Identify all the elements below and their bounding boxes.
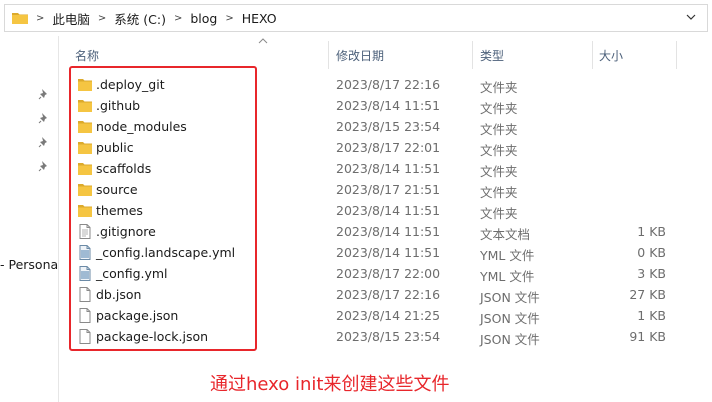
file-date: 2023/8/14 11:51: [336, 245, 441, 260]
breadcrumb-this-pc[interactable]: 此电脑: [52, 9, 90, 28]
pin-icon[interactable]: [38, 136, 50, 148]
file-size: 91 KB: [629, 329, 666, 344]
file-type: YML 文件: [480, 269, 535, 284]
file-date: 2023/8/14 11:51: [336, 98, 441, 113]
file-type: 文件夹: [480, 143, 518, 158]
pane-divider[interactable]: [58, 36, 59, 402]
file-size: 27 KB: [629, 287, 666, 302]
file-type: 文件夹: [480, 185, 518, 200]
breadcrumb-blog[interactable]: blog: [190, 11, 217, 26]
file-type: 文本文档: [480, 227, 531, 242]
column-date[interactable]: 修改日期: [336, 47, 384, 64]
pin-icon[interactable]: [38, 112, 50, 124]
column-type[interactable]: 类型: [480, 47, 504, 64]
column-header: 名称 修改日期 类型 大小: [66, 36, 712, 70]
file-date: 2023/8/14 21:25: [336, 308, 441, 323]
breadcrumb-hexo[interactable]: HEXO: [242, 11, 277, 26]
sort-ascending-icon: [258, 38, 268, 44]
column-divider[interactable]: [472, 41, 473, 69]
file-type: 文件夹: [480, 164, 518, 179]
file-date: 2023/8/17 22:16: [336, 287, 441, 302]
file-size: 1 KB: [637, 308, 666, 323]
address-bar[interactable]: > 此电脑 > 系统 (C:) > blog > HEXO: [4, 4, 708, 32]
breadcrumb-drive-c[interactable]: 系统 (C:): [114, 9, 166, 28]
file-size: 3 KB: [637, 266, 666, 281]
file-date: 2023/8/14 11:51: [336, 203, 441, 218]
annotation-caption: 通过hexo init来创建这些文件: [210, 374, 450, 395]
column-divider[interactable]: [676, 41, 677, 69]
file-type: 文件夹: [480, 206, 518, 221]
file-type: JSON 文件: [480, 332, 540, 347]
file-size: 1 KB: [637, 224, 666, 239]
chevron-down-icon[interactable]: [685, 11, 697, 23]
chevron-right-icon[interactable]: >: [98, 13, 106, 24]
file-type: 文件夹: [480, 122, 518, 137]
navigation-pane: - Persona: [0, 36, 58, 402]
file-date: 2023/8/14 11:51: [336, 161, 441, 176]
file-type: JSON 文件: [480, 290, 540, 305]
chevron-right-icon[interactable]: >: [225, 13, 233, 24]
folder-icon: [12, 13, 28, 24]
file-type: 文件夹: [480, 101, 518, 116]
file-date: 2023/8/15 23:54: [336, 329, 441, 344]
file-date: 2023/8/17 21:51: [336, 182, 441, 197]
nav-item-personal[interactable]: - Persona: [0, 257, 58, 272]
file-date: 2023/8/15 23:54: [336, 119, 441, 134]
highlight-box: [69, 66, 257, 351]
chevron-right-icon[interactable]: >: [36, 13, 44, 24]
chevron-right-icon[interactable]: >: [174, 13, 182, 24]
file-date: 2023/8/14 11:51: [336, 224, 441, 239]
file-date: 2023/8/17 22:16: [336, 77, 441, 92]
file-date: 2023/8/17 22:00: [336, 266, 441, 281]
file-size: 0 KB: [637, 245, 666, 260]
pin-icon[interactable]: [38, 88, 50, 100]
column-divider[interactable]: [592, 41, 593, 69]
file-type: JSON 文件: [480, 311, 540, 326]
column-divider[interactable]: [328, 41, 329, 69]
pin-icon[interactable]: [38, 160, 50, 172]
file-type: 文件夹: [480, 80, 518, 95]
column-name[interactable]: 名称: [75, 47, 99, 64]
column-size[interactable]: 大小: [599, 47, 623, 64]
file-date: 2023/8/17 22:01: [336, 140, 441, 155]
file-type: YML 文件: [480, 248, 535, 263]
